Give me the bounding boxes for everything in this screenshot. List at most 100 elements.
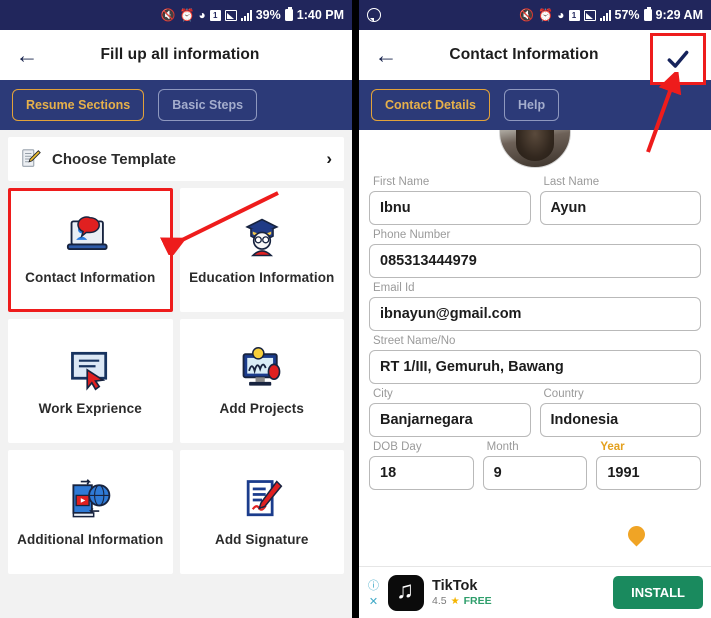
back-arrow-icon[interactable]: ← xyxy=(8,36,46,74)
field-dob-month: Month xyxy=(482,438,588,490)
tile-label: Education Information xyxy=(189,269,335,285)
tile-label: Add Signature xyxy=(214,531,309,547)
signal-bars-icon xyxy=(240,9,252,21)
dual-screenshot: 🔇 ⏰ ◕ 1 39% 1:40 PM ← Fill up all inform… xyxy=(0,0,711,618)
first-name-input[interactable] xyxy=(369,191,531,225)
right-status-bar: 🔇 ⏰ ◕ 1 57% 9:29 AM xyxy=(359,0,711,30)
left-status-bar: 🔇 ⏰ ◕ 1 39% 1:40 PM xyxy=(0,0,352,30)
back-arrow-icon[interactable]: ← xyxy=(367,36,405,74)
tile-education-information[interactable]: Education Information xyxy=(179,188,344,312)
field-country: Country xyxy=(539,385,701,437)
field-label: Month xyxy=(486,441,519,453)
last-name-input[interactable] xyxy=(539,191,701,225)
country-input[interactable] xyxy=(539,403,701,437)
sim-icon: 1 xyxy=(568,9,580,21)
left-phone-screen: 🔇 ⏰ ◕ 1 39% 1:40 PM ← Fill up all inform… xyxy=(0,0,352,618)
field-label: Email Id xyxy=(373,282,415,294)
tab-resume-sections[interactable]: Resume Sections xyxy=(12,89,145,121)
tile-contact-information[interactable]: Contact Information xyxy=(8,188,173,312)
battery-icon xyxy=(284,7,293,21)
left-app-bar: ← Fill up all information xyxy=(0,30,352,80)
ad-price: FREE xyxy=(463,595,492,607)
avatar[interactable] xyxy=(499,130,571,168)
text-cursor-handle[interactable] xyxy=(624,522,649,547)
field-email-id: Email Id xyxy=(369,279,701,331)
field-dob-day: DOB Day xyxy=(369,438,474,490)
signal-box-icon xyxy=(583,9,596,21)
clock-label: 9:29 AM xyxy=(655,8,703,22)
tile-additional-information[interactable]: Additional Information xyxy=(8,450,173,574)
tile-label: Work Exprience xyxy=(38,400,142,416)
dob-day-input[interactable] xyxy=(369,456,474,490)
contact-form: First Name Last Name Phone Number Email … xyxy=(359,168,711,491)
signal-bars-icon xyxy=(599,9,611,21)
phone-number-input[interactable] xyxy=(369,244,701,278)
section-tiles-grid: Contact Information Education Informatio… xyxy=(0,181,352,574)
ad-banner: ⓘ ✕ ♫ TikTok 4.5 ★ FREE INSTALL xyxy=(359,566,711,618)
mute-icon: 🔇 xyxy=(160,8,176,22)
field-city: City xyxy=(369,385,531,437)
ad-rating: 4.5 xyxy=(432,595,447,607)
field-phone-number: Phone Number xyxy=(369,226,701,278)
mute-icon: 🔇 xyxy=(519,8,535,22)
install-button[interactable]: INSTALL xyxy=(613,576,703,609)
right-phone-screen: 🔇 ⏰ ◕ 1 57% 9:29 AM ← Contact Informatio… xyxy=(359,0,711,618)
tab-help[interactable]: Help xyxy=(504,89,560,121)
wifi-icon: ◕ xyxy=(198,8,206,22)
book-globe-icon xyxy=(72,478,111,517)
city-input[interactable] xyxy=(369,403,531,437)
field-last-name: Last Name xyxy=(539,173,701,225)
alarm-icon: ⏰ xyxy=(538,8,554,22)
field-label: Last Name xyxy=(543,176,600,188)
tab-basic-steps[interactable]: Basic Steps xyxy=(158,89,258,121)
right-app-bar: ← Contact Information xyxy=(359,30,711,85)
monitor-chart-icon xyxy=(242,346,281,386)
field-street-name: Street Name/No xyxy=(369,332,701,384)
dob-row: DOB Day Month Year xyxy=(369,438,702,491)
tab-contact-details[interactable]: Contact Details xyxy=(371,89,490,121)
email-id-input[interactable] xyxy=(369,297,701,331)
note-pencil-icon xyxy=(22,149,41,167)
field-label: Street Name/No xyxy=(373,335,456,347)
tile-add-projects[interactable]: Add Projects xyxy=(179,319,344,443)
tile-label: Additional Information xyxy=(17,531,164,547)
screen-divider xyxy=(352,0,359,618)
field-dob-year: Year xyxy=(596,438,702,490)
field-first-name: First Name xyxy=(369,173,531,225)
whatsapp-icon xyxy=(367,8,381,22)
alarm-icon: ⏰ xyxy=(179,8,195,22)
info-icon[interactable]: ⓘ xyxy=(368,577,379,593)
city-country-row: City Country xyxy=(369,385,701,438)
battery-percent-label: 57% xyxy=(614,8,640,22)
right-content: First Name Last Name Phone Number Email … xyxy=(359,130,711,618)
tiktok-icon: ♫ xyxy=(388,574,424,611)
battery-percent-label: 39% xyxy=(255,8,281,22)
close-icon[interactable]: ✕ xyxy=(369,595,378,608)
sim-icon: 1 xyxy=(209,9,221,21)
dob-month-input[interactable] xyxy=(482,456,588,490)
confirm-button-highlight xyxy=(650,33,706,85)
signal-box-icon xyxy=(224,9,237,21)
field-label: Year xyxy=(600,441,625,453)
street-name-input[interactable] xyxy=(369,350,701,384)
tile-work-exprience[interactable]: Work Exprience xyxy=(8,319,173,443)
choose-template-row[interactable]: Choose Template › xyxy=(8,137,344,181)
wifi-icon: ◕ xyxy=(557,8,565,22)
tile-add-signature[interactable]: Add Signature xyxy=(179,450,344,574)
document-cursor-icon xyxy=(71,351,108,391)
left-tab-bar: Resume Sections Basic Steps xyxy=(0,80,352,130)
checkmark-icon[interactable] xyxy=(665,46,691,72)
field-label: First Name xyxy=(373,176,430,188)
name-row: First Name Last Name xyxy=(369,173,701,226)
chevron-right-icon[interactable]: › xyxy=(326,149,332,169)
right-tab-bar: Contact Details Help xyxy=(359,80,711,130)
dob-year-input[interactable] xyxy=(596,456,702,490)
field-label: Phone Number xyxy=(373,229,451,241)
laptop-contact-icon xyxy=(67,215,108,250)
ad-title: TikTok xyxy=(432,578,478,594)
clock-label: 1:40 PM xyxy=(296,8,344,22)
tile-label: Add Projects xyxy=(219,400,304,416)
choose-template-label: Choose Template xyxy=(52,150,176,168)
tile-label: Contact Information xyxy=(25,269,156,285)
star-icon: ★ xyxy=(450,595,460,607)
